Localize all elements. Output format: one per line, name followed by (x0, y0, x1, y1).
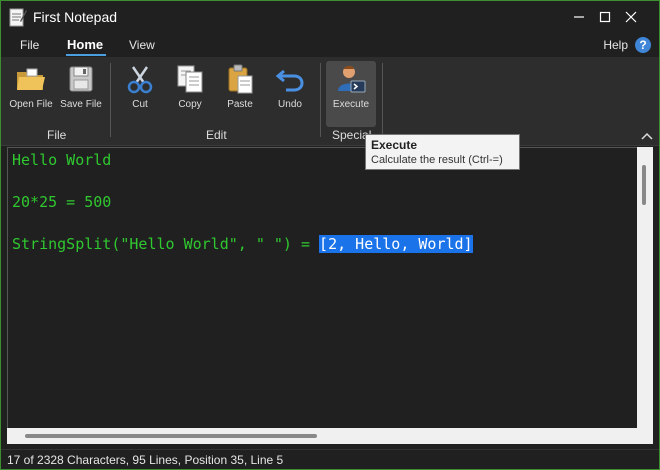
paste-button[interactable]: Paste (217, 61, 263, 119)
ribbon: Open File Save File Cut Copy Paste Undo … (1, 57, 659, 146)
execute-button[interactable]: Execute (326, 61, 376, 127)
open-file-button[interactable]: Open File (7, 61, 55, 119)
group-label-edit: Edit (206, 128, 227, 142)
title-bar: First Notepad (1, 1, 659, 33)
tooltip-title: Execute (371, 138, 418, 152)
active-tab-indicator (66, 54, 106, 56)
copy-label: Copy (178, 99, 202, 110)
collapse-ribbon-button[interactable] (641, 129, 653, 143)
close-icon (625, 11, 637, 23)
execute-tooltip: Execute Calculate the result (Ctrl-=) (365, 134, 520, 170)
tab-view[interactable]: View (129, 38, 155, 52)
chevron-up-icon (641, 132, 653, 140)
editor-line: 20*25 = 500 (12, 193, 112, 211)
execute-user-icon (335, 63, 367, 95)
group-separator (110, 63, 111, 137)
minimize-icon (574, 16, 584, 18)
save-file-button[interactable]: Save File (58, 61, 104, 119)
tab-home[interactable]: Home (67, 37, 103, 52)
window-title: First Notepad (33, 9, 118, 25)
paste-icon (224, 63, 256, 95)
undo-button[interactable]: Undo (267, 61, 313, 119)
horizontal-scroll-thumb[interactable] (25, 434, 317, 438)
group-separator (320, 63, 321, 137)
status-bar: 17 of 2328 Characters, 95 Lines, Positio… (1, 449, 659, 469)
execute-label: Execute (332, 99, 370, 110)
text-editor[interactable]: Hello World 20*25 = 500 StringSplit("Hel… (7, 147, 643, 444)
vertical-scroll-thumb[interactable] (642, 165, 646, 205)
paste-label: Paste (227, 99, 253, 110)
cut-label: Cut (132, 99, 148, 110)
tooltip-description: Calculate the result (Ctrl-=) (371, 154, 503, 166)
maximize-icon (599, 11, 611, 23)
help-question-icon: ? (635, 37, 651, 53)
notepad-window: First Notepad File Home View Help ? Open… (0, 0, 660, 470)
copy-icon (174, 63, 206, 95)
scrollbar-corner (637, 428, 653, 444)
scissors-icon (124, 63, 156, 95)
group-separator (382, 63, 383, 137)
tab-file[interactable]: File (20, 38, 39, 52)
open-file-label: Open File (9, 99, 53, 110)
help-label: Help (603, 38, 628, 52)
save-icon (65, 63, 97, 95)
group-label-file: File (47, 128, 67, 142)
status-text: 17 of 2328 Characters, 95 Lines, Positio… (7, 453, 284, 467)
undo-label: Undo (278, 99, 302, 110)
vertical-scrollbar[interactable] (637, 147, 653, 444)
copy-button[interactable]: Copy (167, 61, 213, 119)
horizontal-scrollbar[interactable] (7, 428, 637, 444)
editor-line-text: StringSplit("Hello World", " ") = (12, 235, 320, 253)
editor-line-current: StringSplit("Hello World", " ") = [2, He… (12, 234, 473, 255)
selected-result-text: [2, Hello, World] (319, 235, 473, 253)
cut-button[interactable]: Cut (117, 61, 163, 119)
undo-icon (274, 63, 306, 95)
ribbon-tabs: File Home View Help ? (1, 33, 659, 57)
notepad-app-icon (9, 7, 27, 27)
folder-icon (15, 63, 47, 95)
save-file-label: Save File (60, 99, 102, 110)
close-button[interactable] (613, 1, 649, 33)
